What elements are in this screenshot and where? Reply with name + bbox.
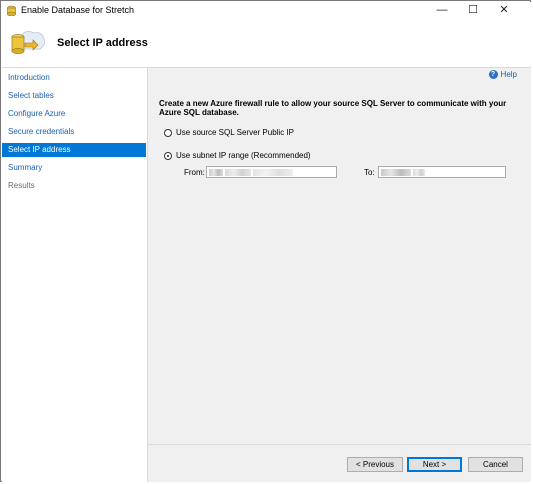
nav-item-secure-credentials[interactable]: Secure credentials: [2, 125, 146, 139]
nav-item-select-ip-address[interactable]: Select IP address: [2, 143, 146, 157]
nav-item-results: Results: [8, 181, 35, 190]
footer-divider: [148, 444, 531, 445]
redacted-text: [413, 169, 425, 176]
nav-item-summary[interactable]: Summary: [2, 161, 146, 175]
wizard-header: Select IP address: [2, 19, 531, 68]
radio-public-ip-label: Use source SQL Server Public IP: [176, 128, 294, 137]
redacted-text: [225, 169, 251, 176]
nav-item-configure-azure[interactable]: Configure Azure: [2, 107, 146, 121]
next-button[interactable]: Next >: [407, 457, 462, 472]
close-button[interactable]: ✕: [491, 2, 517, 19]
help-label: Help: [500, 70, 517, 79]
to-ip-input[interactable]: [378, 166, 506, 178]
window-title: Enable Database for Stretch: [21, 5, 135, 15]
previous-button[interactable]: < Previous: [347, 457, 403, 472]
nav-item-introduction[interactable]: Introduction: [2, 71, 146, 85]
help-link[interactable]: ? Help: [488, 70, 517, 80]
from-ip-input[interactable]: [206, 166, 337, 178]
maximize-button[interactable]: ☐: [460, 2, 486, 19]
nav-item-select-tables[interactable]: Select tables: [2, 89, 146, 103]
radio-button-selected[interactable]: [164, 151, 172, 160]
radio-button[interactable]: [164, 128, 172, 137]
radio-subnet-label: Use subnet IP range (Recommended): [176, 151, 311, 160]
cancel-button[interactable]: Cancel: [468, 457, 523, 472]
from-label: From:: [184, 168, 205, 177]
minimize-button[interactable]: —: [429, 2, 455, 19]
to-label: To:: [364, 168, 375, 177]
page-title: Select IP address: [57, 37, 148, 49]
help-icon: ?: [488, 70, 498, 80]
radio-public-ip[interactable]: Use source SQL Server Public IP: [164, 128, 294, 137]
redacted-text: [209, 169, 223, 176]
title-bar[interactable]: Enable Database for Stretch — ☐ ✕: [2, 2, 531, 19]
radio-subnet-range[interactable]: Use subnet IP range (Recommended): [164, 151, 311, 160]
redacted-text: [381, 169, 411, 176]
description-text: Create a new Azure firewall rule to allo…: [159, 99, 507, 117]
app-icon: [7, 5, 16, 16]
database-stretch-icon: [11, 31, 45, 54]
redacted-text: [253, 169, 293, 176]
wizard-window: Enable Database for Stretch — ☐ ✕ Select…: [0, 0, 531, 482]
wizard-nav: Introduction Select tables Configure Azu…: [2, 68, 147, 482]
content-panel: ? Help Create a new Azure firewall rule t…: [147, 68, 531, 482]
